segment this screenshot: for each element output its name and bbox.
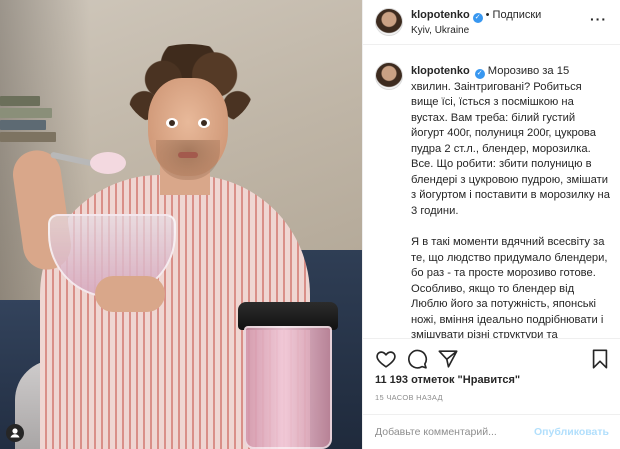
caption-para-1: klopotenko ✓ Морозиво за 15 хвилин. Заінт…: [411, 65, 610, 217]
publish-button[interactable]: Опубликовать: [534, 426, 609, 438]
follow-button[interactable]: Подписки: [493, 9, 542, 21]
caption-text-1: Морозиво за 15 хвилин. Заінтриговані? Ро…: [411, 65, 610, 217]
caption-para-3: Люблю його за потужність, японські ножі,…: [411, 298, 604, 338]
comment-bar: Добавьте комментарий... Опубликовать: [363, 414, 620, 449]
comment-icon[interactable]: [406, 348, 428, 370]
verified-badge-icon: ✓: [474, 69, 485, 79]
avatar[interactable]: [375, 8, 403, 36]
caption: klopotenko ✓ Морозиво за 15 хвилин. Заінт…: [411, 64, 611, 338]
right-eye: [198, 118, 210, 128]
likes-count[interactable]: 11 193 отметок "Нравится": [375, 374, 520, 386]
header-user-line: klopotenko ✓ • Подписки: [411, 9, 541, 23]
separator-dot: •: [485, 9, 490, 21]
post-photo[interactable]: [0, 0, 362, 449]
caption-avatar[interactable]: [375, 62, 403, 90]
heart-icon[interactable]: [375, 348, 397, 370]
username-link[interactable]: klopotenko: [411, 9, 470, 21]
user-tag-icon[interactable]: [6, 424, 24, 442]
comment-input[interactable]: Добавьте комментарий...: [375, 426, 497, 438]
post-panel: klopotenko ✓ • Подписки Kyiv, Ukraine ··· k…: [362, 0, 620, 449]
caption-username[interactable]: klopotenko: [411, 65, 470, 77]
caption-para-2: Я в такі моменти вдячний всесвіту за те,…: [411, 236, 608, 295]
action-bar: [363, 338, 620, 378]
blender-jar: [244, 326, 332, 449]
more-options-icon[interactable]: ···: [590, 12, 607, 26]
left-eye: [166, 118, 178, 128]
verified-badge-icon: ✓: [472, 13, 483, 23]
bookshelf: [0, 96, 60, 156]
ice-cream-scoop: [90, 152, 126, 174]
mouth: [178, 152, 198, 158]
post-time[interactable]: 15 ЧАСОВ НАЗАД: [375, 393, 443, 402]
post-header: klopotenko ✓ • Подписки Kyiv, Ukraine ···: [363, 0, 620, 45]
bookmark-icon[interactable]: [589, 348, 611, 370]
share-icon[interactable]: [437, 348, 459, 370]
caption-area[interactable]: klopotenko ✓ Морозиво за 15 хвилин. Заінт…: [363, 46, 620, 338]
location-link[interactable]: Kyiv, Ukraine: [411, 25, 469, 36]
hand-holding-bowl: [95, 276, 165, 312]
